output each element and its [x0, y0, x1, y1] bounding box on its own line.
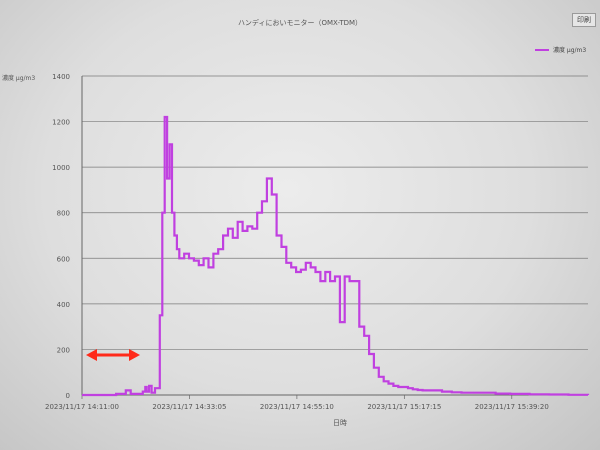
y-tick-label-2: 400 — [57, 301, 70, 309]
x-tick-label-2: 2023/11/17 14:55:10 — [260, 403, 334, 411]
series-line-0 — [82, 115, 590, 397]
monitor-screen: ハンディにおいモニター（OMX-TDM） 印刷 濃度 μg/m3 濃度 μg/m… — [0, 0, 600, 450]
x-tick-label-0: 2023/11/17 14:11:00 — [45, 403, 119, 411]
y-tick-label-4: 800 — [57, 210, 70, 218]
annotation-arrow-head-left — [86, 349, 97, 361]
y-tick-label-1: 200 — [57, 346, 70, 354]
y-tick-label-6: 1200 — [52, 119, 70, 127]
y-tick-label-7: 1400 — [52, 73, 70, 81]
y-tick-label-3: 600 — [57, 255, 70, 263]
plot-area: 0 200 400 600 800 1000 1200 1400 2023/11/17 14:1… — [45, 73, 590, 411]
x-tick-label-1: 2023/11/17 14:33:05 — [152, 403, 226, 411]
y-tick-label-5: 1000 — [52, 164, 70, 172]
annotation-arrow-head-right — [129, 349, 140, 361]
x-tick-label-3: 2023/11/17 15:17:15 — [367, 403, 441, 411]
x-tick-label-4: 2023/11/17 15:39:20 — [475, 403, 549, 411]
y-tick-label-0: 0 — [66, 392, 70, 400]
